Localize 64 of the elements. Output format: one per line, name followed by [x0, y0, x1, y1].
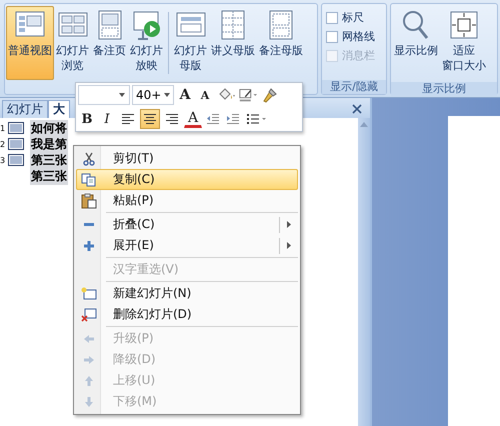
font-size-field[interactable]: 40+	[132, 85, 174, 105]
submenu-arrow-icon	[287, 242, 291, 249]
view-button[interactable]: 幻灯片 浏览	[54, 6, 91, 80]
pane-tab[interactable]: 大	[48, 100, 70, 118]
clipboard-icon	[81, 192, 97, 208]
left-arrow-icon	[84, 334, 94, 344]
fit-window-icon	[448, 9, 480, 41]
slide-number: 2	[0, 140, 6, 148]
scrollbar[interactable]	[358, 118, 370, 426]
font-field[interactable]	[78, 85, 130, 105]
copy-icon	[81, 172, 97, 186]
zoom-button[interactable]: 显示比例	[392, 6, 440, 80]
menu-item[interactable]: 新建幻灯片(N)	[76, 283, 298, 304]
plus-icon	[84, 240, 94, 250]
bullets-icon[interactable]	[246, 113, 266, 125]
menu-item[interactable]: 展开(E)	[76, 235, 298, 256]
decrease-indent-icon[interactable]	[206, 113, 220, 125]
view-button[interactable]: 幻灯片 放映	[128, 6, 165, 80]
menu-item[interactable]: 复制(C)	[76, 169, 298, 190]
outline-text: 第三张	[30, 168, 68, 184]
grow-font-button[interactable]: A	[176, 85, 194, 105]
pane-tab[interactable]: 幻灯片	[2, 100, 48, 118]
align-icon	[143, 113, 157, 125]
italic-button[interactable]: I	[98, 109, 116, 129]
outline-text: 第三张	[30, 152, 68, 168]
menu-item[interactable]: 删除幻灯片(D)	[76, 304, 298, 325]
scissors-icon	[82, 152, 96, 166]
slide-number: 3	[0, 156, 6, 164]
zoom-button[interactable]: 适应 窗口大小	[440, 6, 488, 80]
outline-text: 如何将	[30, 120, 68, 136]
outline-text: 我是第	[30, 136, 68, 152]
bold-button[interactable]: B	[78, 109, 96, 129]
slide-icon[interactable]	[8, 138, 24, 150]
shrink-font-button[interactable]: A	[196, 85, 214, 105]
down-arrow-icon	[84, 396, 94, 406]
align-icon	[165, 113, 179, 125]
slide-number: 1	[0, 124, 6, 132]
projector-icon	[130, 9, 162, 41]
master-view-button[interactable]: 幻灯片 母版	[172, 6, 209, 80]
up-arrow-icon	[84, 376, 94, 386]
checkbox-option[interactable]: 标尺	[326, 10, 384, 25]
pen-outline-icon[interactable]	[238, 87, 258, 103]
slide-icon[interactable]	[8, 122, 24, 134]
menu-item[interactable]: 剪切(T)	[76, 148, 298, 169]
align-center-button[interactable]	[140, 109, 160, 129]
menu-item[interactable]: 折叠(C)	[76, 214, 298, 235]
align-icon	[121, 113, 135, 125]
view-button[interactable]: 备注页	[91, 6, 128, 80]
slide-icon[interactable]	[8, 154, 24, 166]
master-view-button[interactable]: 讲义母版	[209, 6, 257, 80]
minus-icon	[84, 222, 94, 226]
group-label: 显示比例	[391, 82, 497, 96]
menu-item[interactable]: 粘贴(P)	[76, 190, 298, 211]
master-view-button[interactable]: 备注母版	[257, 6, 305, 80]
view-button[interactable]: 普通视图	[6, 6, 54, 80]
checkbox-option[interactable]: 网格线	[326, 29, 384, 44]
close-icon[interactable]	[352, 104, 362, 114]
new-slide-icon	[81, 286, 97, 300]
submenu-arrow-icon	[287, 221, 291, 228]
increase-indent-icon[interactable]	[226, 113, 240, 125]
group-label: 显示/隐藏	[322, 80, 386, 94]
font-color-button[interactable]: A	[184, 110, 202, 128]
delete-slide-icon	[81, 308, 97, 322]
right-arrow-icon	[84, 354, 94, 364]
